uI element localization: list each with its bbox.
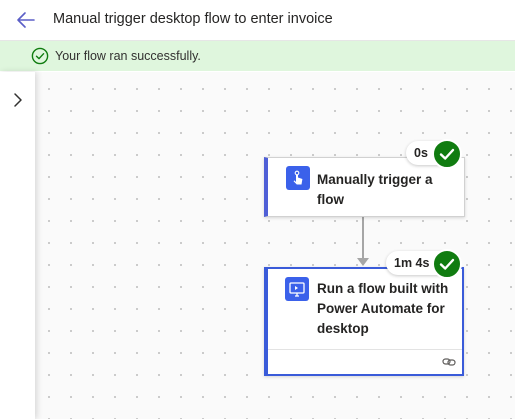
- touch-icon: [286, 166, 310, 190]
- banner-message: Your flow ran successfully.: [55, 49, 201, 63]
- step-connector: [362, 216, 364, 262]
- success-banner: Your flow ran successfully.: [0, 41, 515, 71]
- card-footer: [268, 349, 462, 374]
- chevron-right-icon[interactable]: [10, 92, 26, 108]
- link-icon[interactable]: [441, 354, 457, 370]
- duration-text: 1m 4s: [394, 256, 430, 270]
- flow-title: Manual trigger desktop flow to enter inv…: [53, 11, 333, 27]
- duration-text: 0s: [414, 146, 428, 160]
- step-label: Run a flow built with Power Automate for…: [317, 281, 449, 336]
- back-arrow-icon[interactable]: [14, 9, 38, 31]
- page-header: Manual trigger desktop flow to enter inv…: [0, 0, 515, 41]
- step-label: Manually trigger a flow: [317, 172, 433, 207]
- checkmark-icon: [432, 249, 462, 279]
- desktop-flow-icon: [285, 277, 309, 301]
- step-card-desktop-flow[interactable]: Run a flow built with Power Automate for…: [264, 267, 464, 376]
- connector-arrowhead: [357, 258, 369, 266]
- collapsed-sidebar: [0, 72, 35, 419]
- check-circle-icon: [31, 47, 49, 65]
- checkmark-icon: [432, 139, 462, 169]
